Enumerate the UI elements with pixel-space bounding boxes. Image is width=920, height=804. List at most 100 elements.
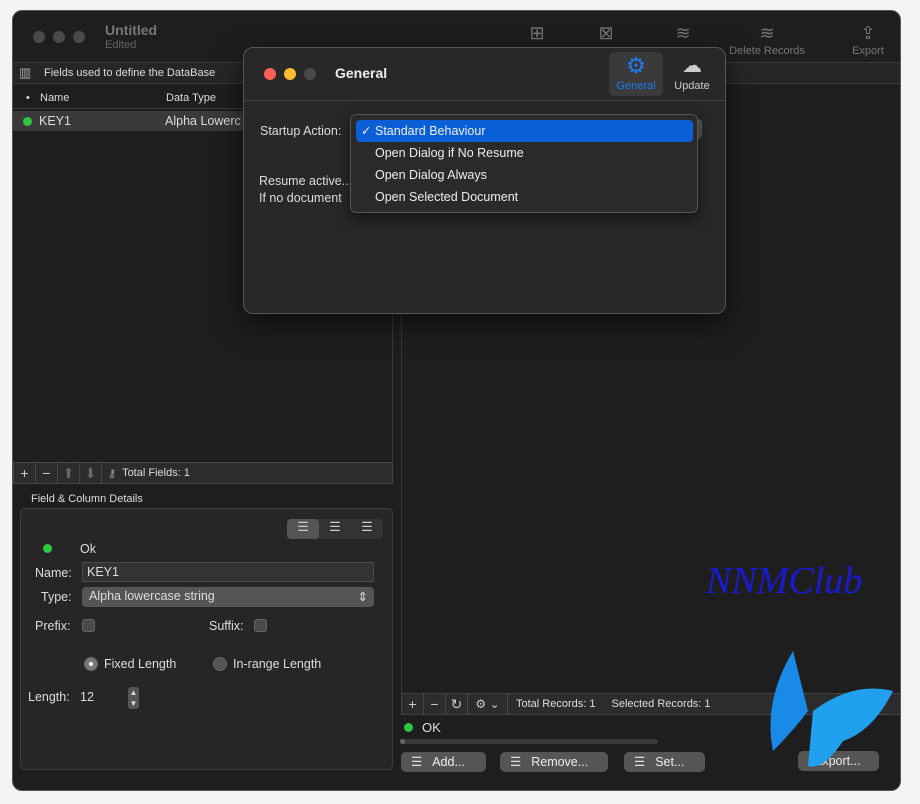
details-status: Ok (80, 542, 96, 556)
add-field-small-button[interactable]: + (14, 463, 36, 483)
selected-records: Selected Records: 1 (611, 698, 711, 710)
columns-icon: ▥ (19, 65, 32, 80)
move-up-button[interactable]: ⬆ (58, 463, 80, 483)
menu-item-label: Standard Behaviour (375, 124, 486, 138)
alignment-control: ☰ ☰ ☰ (287, 519, 383, 539)
name-input[interactable]: KEY1 (82, 562, 374, 582)
in-range-label: In-range Length (233, 657, 322, 671)
align-right-icon[interactable]: ☰ (351, 519, 383, 539)
delete-records-label: Delete Records (729, 45, 805, 57)
remove-field-small-button[interactable]: − (36, 463, 58, 483)
list-icon: ☰ (634, 755, 646, 769)
minimize-button[interactable] (53, 31, 65, 43)
delete-records-icon: ≋ (759, 23, 775, 43)
add-records-button[interactable]: ≋ (643, 21, 723, 45)
add-label: Add... (432, 755, 465, 769)
key-icon: ⚷ (108, 467, 117, 480)
length-label: Length: (28, 690, 70, 704)
align-left-icon[interactable]: ☰ (287, 519, 319, 539)
tab-update-label: Update (674, 80, 710, 92)
fixed-length-label: Fixed Length (104, 657, 177, 671)
menu-item-open-dialog-always[interactable]: Open Dialog Always (356, 164, 693, 186)
list-icon: ☰ (411, 755, 423, 769)
prefs-minimize-button[interactable] (284, 68, 296, 80)
add-records-icon: ≋ (675, 23, 691, 43)
startup-action-label: Startup Action: (260, 124, 342, 138)
menu-item-open-selected-document[interactable]: Open Selected Document (356, 186, 693, 208)
window-subtitle: Edited (105, 39, 137, 51)
menu-item-open-dialog-no-resume[interactable]: Open Dialog if No Resume (356, 142, 693, 164)
startup-action-menu: ✓ Standard Behaviour Open Dialog if No Re… (350, 114, 698, 213)
type-select[interactable]: Alpha lowercase string ⇕ (82, 587, 374, 607)
tab-general[interactable]: ⚙ General (609, 52, 663, 96)
gear-menu-button[interactable]: ⚙ ⌄ (468, 694, 508, 714)
prefs-zoom-button (304, 68, 316, 80)
export-button[interactable]: ⇪ Export (828, 21, 900, 57)
resume-text: Resume active... (259, 174, 353, 188)
remove-field-button[interactable]: ⊠ (566, 21, 646, 45)
add-button[interactable]: ☰ Add... (401, 752, 486, 772)
column-name[interactable]: Name (40, 92, 69, 104)
add-field-icon: ⊞ (529, 23, 545, 43)
name-label: Name: (35, 566, 72, 580)
type-value: Alpha lowercase string (89, 589, 215, 603)
resume-text-2: If no document (259, 191, 342, 205)
suffix-checkbox[interactable] (254, 619, 267, 632)
gear-icon: ⚙ (626, 53, 646, 78)
remove-field-icon: ⊠ (598, 23, 614, 43)
export-label: Export (852, 45, 884, 57)
details-box: ☰ ☰ ☰ Ok Name: KEY1 Type: Alpha lowercas… (20, 508, 393, 770)
tab-update[interactable]: ☁ Update (665, 52, 719, 96)
row-name: KEY1 (39, 114, 71, 128)
records-ok-dot (404, 723, 413, 732)
set-label: Set... (655, 755, 685, 769)
type-label: Type: (41, 590, 72, 604)
share-icon: ⇪ (860, 23, 876, 43)
close-button[interactable] (33, 31, 45, 43)
window-title: Untitled (105, 22, 158, 38)
progress-bar (400, 739, 658, 744)
fields-bottom-bar: + − ⬆ ⬇ ⚷ Total Fields: 1 (13, 462, 393, 484)
watermark: NNMClub (706, 560, 863, 602)
tab-general-label: General (616, 80, 656, 92)
row-type: Alpha Lowerc (165, 114, 241, 128)
set-button[interactable]: ☰ Set... (624, 752, 705, 772)
add-record-button[interactable]: + (402, 694, 424, 714)
align-center-icon[interactable]: ☰ (319, 519, 351, 539)
prefix-label: Prefix: (35, 619, 71, 633)
prefs-close-button[interactable] (264, 68, 276, 80)
column-status[interactable]: • (26, 92, 30, 104)
add-field-button[interactable]: ⊞ (497, 21, 577, 45)
move-down-button[interactable]: ⬇ (80, 463, 102, 483)
records-status: OK (422, 720, 441, 735)
menu-item-standard-behaviour[interactable]: ✓ Standard Behaviour (356, 120, 693, 142)
cloud-icon: ☁ (682, 55, 702, 77)
menu-item-label: Open Dialog Always (375, 168, 487, 182)
chevron-updown-icon: ⇕ (357, 590, 368, 604)
details-title: Field & Column Details (31, 493, 143, 505)
in-range-radio[interactable] (213, 657, 227, 671)
total-fields: Total Fields: 1 (122, 467, 190, 479)
length-value[interactable]: 12 (80, 690, 94, 704)
checkmark-icon: ✓ (361, 124, 372, 138)
remove-label: Remove... (531, 755, 589, 769)
prefs-title: General (335, 65, 388, 81)
menu-item-label: Open Dialog if No Resume (375, 146, 524, 160)
refresh-icon[interactable]: ↻ (446, 694, 468, 714)
ok-dot (43, 544, 52, 553)
length-stepper[interactable]: ▲ ▼ (128, 687, 139, 709)
list-icon: ☰ (510, 755, 522, 769)
total-records: Total Records: 1 (516, 698, 596, 710)
column-data-type[interactable]: Data Type (166, 92, 216, 104)
suffix-label: Suffix: (209, 619, 244, 633)
fixed-length-radio[interactable] (84, 657, 98, 671)
prefix-checkbox[interactable] (82, 619, 95, 632)
zoom-button[interactable] (73, 31, 85, 43)
menu-item-label: Open Selected Document (375, 190, 519, 204)
status-dot (23, 117, 32, 126)
delete-records-button[interactable]: ≋ Delete Records (727, 21, 807, 57)
remove-record-button[interactable]: − (424, 694, 446, 714)
remove-button[interactable]: ☰ Remove... (500, 752, 608, 772)
fields-panel-title: Fields used to define the DataBase (44, 67, 216, 79)
butterfly-icon (770, 651, 893, 767)
